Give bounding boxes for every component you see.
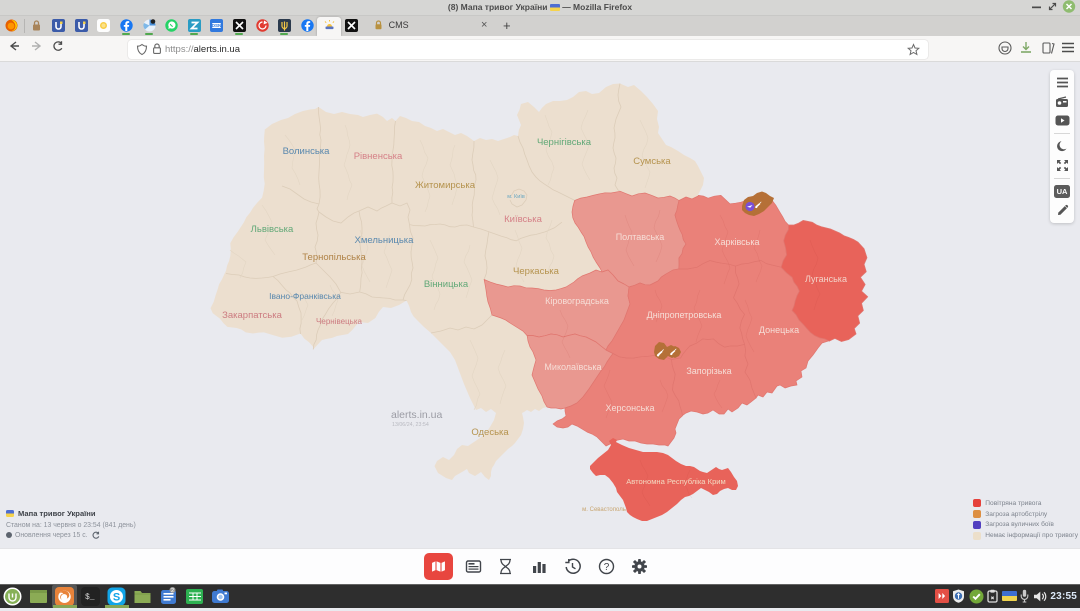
svg-text:Львівська: Львівська xyxy=(251,224,294,235)
svg-text:Автономна Республіка Крим: Автономна Республіка Крим xyxy=(626,477,726,486)
svg-text:Кіровоградська: Кіровоградська xyxy=(545,296,609,306)
svg-text:Миколаївська: Миколаївська xyxy=(544,362,601,372)
svg-text:$_: $_ xyxy=(85,593,95,602)
svg-text:м. Севастополь: м. Севастополь xyxy=(582,507,626,513)
svg-text:Черкаська: Черкаська xyxy=(513,266,560,277)
svg-text:Сумська: Сумська xyxy=(633,156,671,167)
svg-text:Донецька: Донецька xyxy=(759,325,799,335)
svg-text:Вінницька: Вінницька xyxy=(424,279,469,290)
svg-text:Хмельницька: Хмельницька xyxy=(355,235,415,246)
svg-text:Херсонська: Херсонська xyxy=(606,403,655,413)
svg-text:м. Київ: м. Київ xyxy=(507,194,525,200)
svg-text:Тернопільська: Тернопільська xyxy=(302,252,366,263)
svg-text:Закарпатська: Закарпатська xyxy=(222,310,282,321)
svg-text:Рівненська: Рівненська xyxy=(354,151,403,162)
svg-text:Дніпропетровська: Дніпропетровська xyxy=(647,310,722,320)
svg-text:Чернівецька: Чернівецька xyxy=(316,317,362,326)
svg-text:Волинська: Волинська xyxy=(283,146,331,157)
svg-text:Луганська: Луганська xyxy=(805,274,847,284)
svg-text:Харківська: Харківська xyxy=(715,237,760,247)
svg-text:?: ? xyxy=(604,562,610,573)
svg-text:Івано-Франківська: Івано-Франківська xyxy=(269,291,341,301)
svg-text:Запорізька: Запорізька xyxy=(686,366,731,376)
svg-text:Полтавська: Полтавська xyxy=(616,232,665,242)
svg-text:S: S xyxy=(113,591,120,603)
svg-text:Житомирська: Житомирська xyxy=(415,180,476,191)
svg-text:Київська: Київська xyxy=(504,214,542,225)
svg-text:2: 2 xyxy=(171,588,174,594)
svg-text:Чернігівська: Чернігівська xyxy=(537,137,592,148)
svg-text:DSN: DSN xyxy=(212,23,222,28)
svg-text:Одеська: Одеська xyxy=(471,427,509,438)
